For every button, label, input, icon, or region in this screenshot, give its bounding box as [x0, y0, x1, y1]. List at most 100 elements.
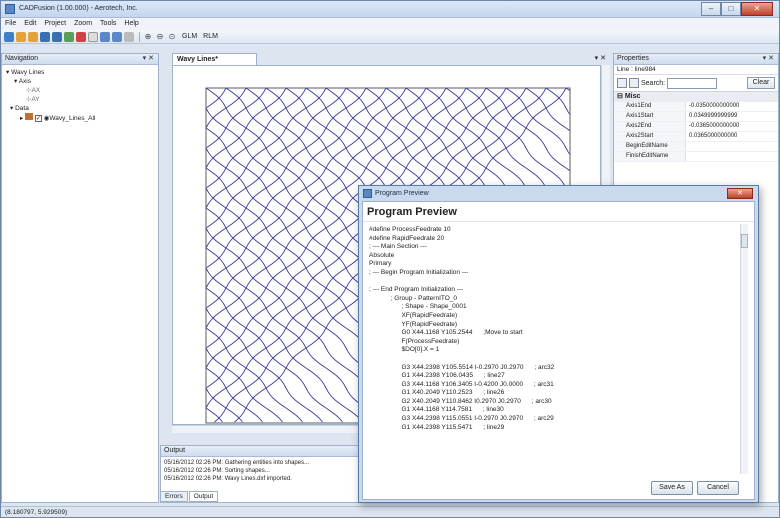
wave-line [206, 88, 207, 89]
zoom-fit-icon[interactable]: ⊙ [167, 32, 177, 42]
tab-controls[interactable]: ▾ ✕ [595, 54, 606, 62]
pane-controls[interactable]: ▾ ✕ [143, 54, 154, 64]
menu-help[interactable]: Help [124, 18, 138, 30]
paste-icon[interactable] [100, 31, 110, 42]
tree-label: Data [15, 105, 29, 112]
code-line: $DO[0].X = 1 [369, 346, 440, 354]
toolbar-separator [139, 31, 140, 42]
tree-item-layer[interactable]: ▸ ✓ ◉Wavy_Lines_All [6, 113, 154, 123]
dialog-body: Program Preview #define ProcessFeedrate … [362, 201, 755, 500]
tree-item-data[interactable]: ▾ Data [6, 104, 154, 113]
title-bar: CADFusion (1.00.000) - Aerotech, Inc. – … [1, 1, 779, 18]
property-row[interactable]: BeginEditName [614, 142, 778, 152]
code-line: ; --- Main Section --- [369, 243, 427, 251]
maximize-button[interactable]: □ [721, 2, 741, 16]
misc-group-header[interactable]: ⊟ Misc [614, 91, 778, 102]
save-as-button[interactable]: Save As [651, 481, 693, 495]
tab-errors[interactable]: Errors [160, 491, 188, 502]
property-row[interactable]: FinishEditName [614, 152, 778, 162]
cancel-button[interactable]: Cancel [697, 481, 739, 495]
code-line: G3 X44.2398 Y115.0551 I-0.2970 J0.2970 ;… [369, 415, 554, 423]
code-scrollbar[interactable] [740, 224, 748, 474]
properties-header: Properties ▾ ✕ [614, 54, 778, 65]
property-row[interactable]: Axis1End -0.0350000000000 [614, 102, 778, 112]
property-value: -0.0365000000000 [689, 123, 740, 129]
property-row[interactable]: Axis2Start 0.0365000000000 [614, 132, 778, 142]
dialog-close-button[interactable]: ✕ [727, 188, 753, 199]
menu-file[interactable]: File [5, 18, 16, 30]
categorized-icon[interactable] [617, 78, 627, 88]
tree-item-wavy-lines[interactable]: ▾ Wavy Lines [6, 68, 154, 77]
sort-az-icon[interactable] [629, 78, 639, 88]
tree-item-ay[interactable]: ⊹AY [6, 95, 154, 104]
code-line: G1 X44.1168 Y114.7581 ; line30 [369, 406, 504, 414]
open-icon[interactable] [16, 31, 26, 42]
export-icon[interactable] [76, 31, 86, 42]
copy-icon[interactable] [88, 31, 98, 42]
code-line: ; Group - PatternITO_0 [369, 294, 458, 302]
wave-line [206, 88, 227, 109]
menu-project[interactable]: Project [44, 18, 66, 30]
properties-subject: Line : line984 [614, 65, 778, 75]
code-line: #define ProcessFeedrate 10 [369, 226, 451, 233]
undo-icon[interactable] [112, 31, 122, 42]
toolbar: ⊕ ⊖ ⊙ GLM RLM [1, 30, 779, 44]
tab-output[interactable]: Output [188, 491, 219, 502]
program-preview-dialog: Program Preview ✕ Program Preview #defin… [358, 185, 759, 503]
app-window: CADFusion (1.00.000) - Aerotech, Inc. – … [0, 0, 780, 518]
search-input[interactable] [667, 77, 718, 89]
close-button[interactable]: ✕ [741, 2, 773, 16]
code-line: F(ProcessFeedrate) [369, 337, 460, 345]
property-name: Axis1Start [614, 112, 686, 121]
save-all-icon[interactable] [52, 31, 62, 42]
tree-label: Wavy Lines [11, 69, 45, 76]
output-title: Output [164, 447, 186, 454]
code-line: ; --- End Program Initialization --- [369, 286, 464, 294]
property-row[interactable]: Axis1Start 0.0349999999999 [614, 112, 778, 122]
property-row[interactable]: Axis2End -0.0365000000000 [614, 122, 778, 132]
tab-wavy-lines[interactable]: Wavy Lines* [172, 53, 257, 65]
save-icon[interactable] [40, 31, 50, 42]
zoom-in-icon[interactable]: ⊕ [143, 32, 153, 42]
program-code[interactable]: #define ProcessFeedrate 10 #define RapidF… [367, 224, 743, 474]
scroll-thumb[interactable] [741, 234, 748, 248]
import-icon[interactable] [64, 31, 74, 42]
glm-button[interactable]: GLM [182, 33, 197, 40]
menu-edit[interactable]: Edit [24, 18, 36, 30]
cursor-coordinates: (8.180797, 5.929509) [5, 509, 68, 516]
property-value [686, 152, 689, 161]
property-name: FinishEditName [614, 152, 686, 161]
tree-item-axis[interactable]: ▾ Axis [6, 77, 154, 86]
output-tabs: Errors Output [160, 491, 219, 502]
wave-line [206, 88, 367, 249]
clear-button[interactable]: Clear [747, 77, 775, 89]
checkbox[interactable]: ✓ [34, 115, 42, 122]
wave-line [206, 88, 287, 169]
pane-controls[interactable]: ▾ ✕ [763, 54, 774, 64]
wave-line [173, 88, 202, 422]
rlm-button[interactable]: RLM [203, 33, 218, 40]
tree-item-ax[interactable]: ⊹AX [6, 86, 154, 95]
wave-line [206, 367, 263, 423]
code-line: XF(RapidFeedrate) [369, 311, 458, 319]
zoom-out-icon[interactable]: ⊖ [155, 32, 165, 42]
open-folder-icon[interactable] [28, 31, 38, 42]
navigation-pane: Navigation ▾ ✕ ▾ Wavy Lines ▾ Axis ⊹AX ⊹… [1, 53, 159, 503]
navigation-title: Navigation [5, 55, 39, 62]
code-line: G0 X44.1168 Y105.2544 ;Move to start [369, 329, 523, 337]
code-line: #define RapidFeedrate 20 [369, 234, 445, 242]
redo-icon[interactable] [124, 31, 134, 42]
properties-title: Properties [617, 55, 649, 62]
project-tree: ▾ Wavy Lines ▾ Axis ⊹AX ⊹AY ▾ Data ▸ ✓ ◉… [2, 65, 158, 126]
wave-line [206, 88, 327, 209]
dialog-title: Program Preview [375, 190, 429, 197]
property-name: Axis2End [614, 122, 686, 131]
menu-zoom[interactable]: Zoom [74, 18, 92, 30]
property-name: Axis2Start [614, 132, 686, 141]
minimize-button[interactable]: – [701, 2, 721, 16]
search-label: Search: [641, 79, 666, 87]
new-icon[interactable] [4, 31, 14, 42]
menu-tools[interactable]: Tools [100, 18, 116, 30]
code-line: G3 X44.2398 Y105.5514 I-0.2970 J0.2970 ;… [369, 363, 555, 371]
